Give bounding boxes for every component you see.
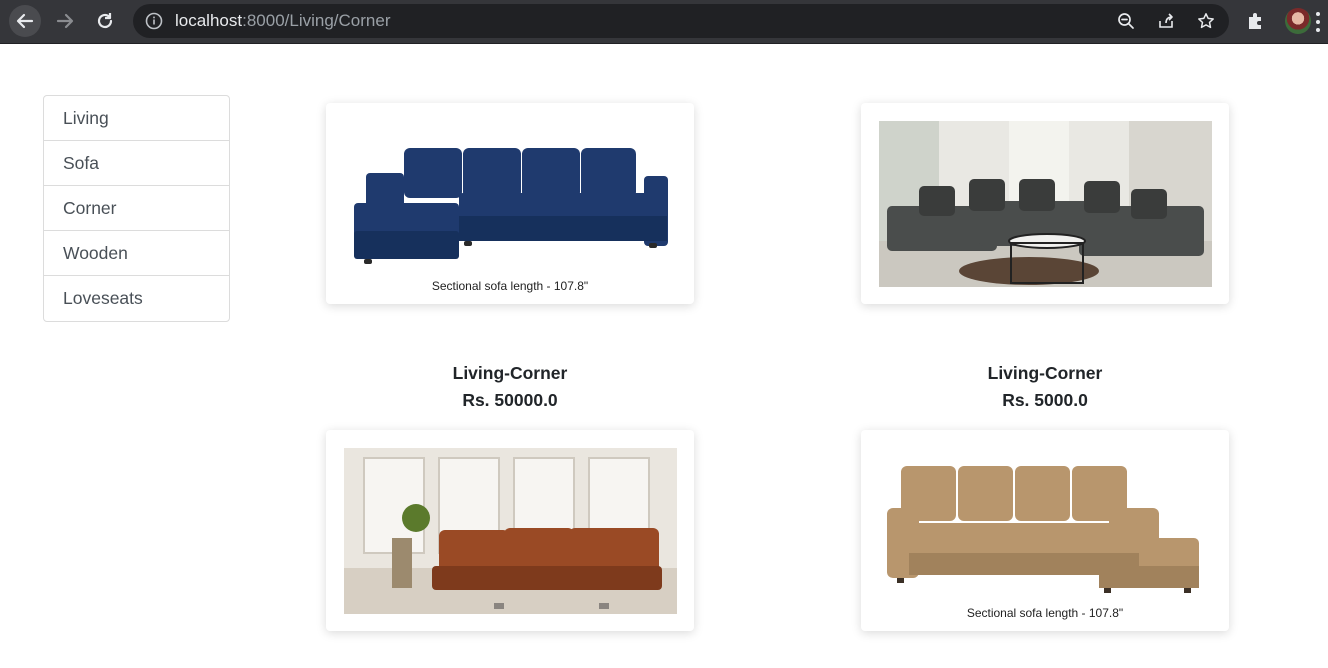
image-caption-text: Sectional sofa length - 107.8" (431, 279, 589, 293)
product-caption: Living-Corner Rs. 50000.0 (326, 360, 694, 414)
extensions-puzzle-icon[interactable] (1246, 11, 1266, 31)
profile-avatar[interactable] (1285, 8, 1311, 34)
zoom-out-icon[interactable] (1117, 12, 1135, 30)
product-card[interactable] (326, 430, 694, 631)
share-icon[interactable] (1157, 12, 1175, 30)
category-item-sofa[interactable]: Sofa (44, 141, 229, 186)
product-price: Rs. 5000.0 (1002, 390, 1088, 410)
url-path: :8000/Living/Corner (242, 11, 391, 30)
image-caption-text: Sectional sofa length - 107.8" (966, 606, 1124, 620)
url-host: localhost (175, 11, 243, 30)
product-card[interactable] (861, 103, 1229, 304)
star-icon[interactable] (1197, 12, 1215, 30)
product-price: Rs. 50000.0 (462, 390, 558, 410)
forward-arrow-icon (56, 13, 74, 29)
product-card[interactable]: Sectional sofa length - 107.8" (326, 103, 694, 304)
product-title: Living-Corner (987, 363, 1103, 383)
category-item-living[interactable]: Living (44, 96, 229, 141)
category-list: Living Sofa Corner Wooden Loveseats (43, 95, 230, 322)
category-item-corner[interactable]: Corner (44, 186, 229, 231)
product-caption: Living-Corner Rs. 5000.0 (861, 360, 1229, 414)
more-menu-icon[interactable] (1316, 12, 1322, 32)
product-card[interactable]: Sectional sofa length - 107.8" (861, 430, 1229, 631)
address-bar[interactable]: localhost:8000/Living/Corner (133, 4, 1229, 38)
browser-toolbar: localhost:8000/Living/Corner (0, 0, 1328, 44)
product-title: Living-Corner (452, 363, 568, 383)
reload-icon (97, 13, 113, 29)
reload-button[interactable] (89, 5, 121, 37)
info-icon[interactable] (145, 12, 163, 30)
url-text[interactable]: localhost:8000/Living/Corner (175, 10, 390, 32)
back-button[interactable] (9, 5, 41, 37)
product-image-beige-sectional[interactable] (879, 448, 1212, 614)
forward-button[interactable] (49, 5, 81, 37)
category-item-wooden[interactable]: Wooden (44, 231, 229, 276)
product-image-grey-sectional[interactable] (879, 121, 1212, 287)
category-item-loveseats[interactable]: Loveseats (44, 276, 229, 321)
back-arrow-icon (16, 13, 34, 29)
product-image-blue-sectional[interactable] (344, 121, 677, 287)
product-image-leather-sectional[interactable] (344, 448, 677, 614)
